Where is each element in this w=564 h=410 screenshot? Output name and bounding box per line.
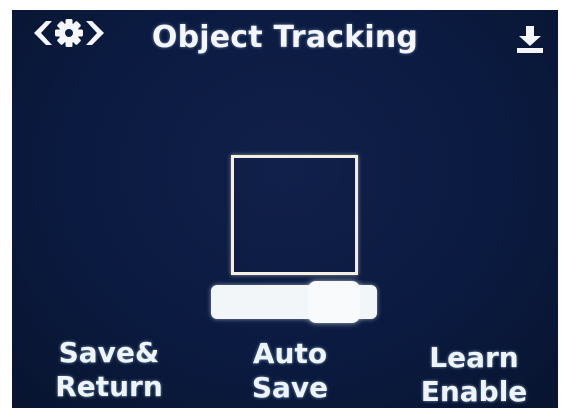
- learn-enable-button[interactable]: Learn Enable: [399, 341, 549, 408]
- slider-thumb[interactable]: [307, 281, 360, 323]
- download-icon: [517, 26, 543, 53]
- save-and-return-label-2: Return: [55, 370, 163, 403]
- auto-save-button[interactable]: Auto Save: [215, 337, 365, 405]
- auto-save-label-2: Save: [251, 371, 329, 404]
- page-title: Object Tracking: [151, 20, 419, 55]
- download-button[interactable]: [516, 24, 544, 54]
- auto-save-label-1: Auto: [252, 337, 328, 370]
- tracking-target-box[interactable]: [231, 155, 358, 275]
- top-bar: Object Tracking: [12, 10, 558, 62]
- save-and-return-button[interactable]: Save& Return: [34, 336, 184, 404]
- learn-enable-label-1: Learn: [429, 341, 519, 374]
- save-and-return-label-1: Save&: [58, 336, 160, 369]
- device-screen: Object Tracking Save& Return Auto Save L…: [12, 10, 558, 408]
- tracking-slider[interactable]: [211, 281, 377, 323]
- learn-enable-label-2: Enable: [420, 375, 528, 408]
